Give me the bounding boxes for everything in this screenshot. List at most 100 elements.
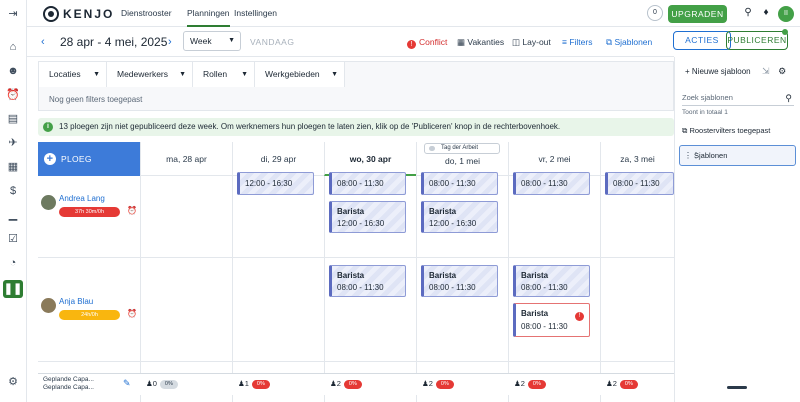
alarm-clock-icon[interactable]: ⏰ — [127, 206, 137, 215]
person-icon: ♟ — [514, 379, 521, 388]
shift-card-conflict[interactable]: Barista 08:00 - 11:30 ! — [513, 303, 590, 337]
holiday-toggle[interactable]: Tag der Arbeit — [424, 143, 500, 154]
column-divider — [416, 176, 417, 402]
column-divider — [232, 176, 233, 402]
bell-icon[interactable]: ♦ — [760, 7, 772, 19]
search-placeholder: Zoek sjablonen — [682, 93, 733, 102]
people-icon[interactable]: ☻ — [6, 64, 20, 78]
schedule-grid: + PLOEG TOEVOEGEN ma, 28 apr di, 29 apr … — [38, 142, 674, 402]
capacity-percent: 0% — [251, 380, 270, 389]
capacity-count: 2 — [612, 379, 617, 388]
settings-icon[interactable]: ⚙ — [6, 375, 20, 389]
view-select[interactable]: Week ▼ — [183, 31, 241, 51]
logo-mark-icon — [43, 5, 59, 22]
filter-locaties-label: Locaties — [49, 69, 81, 79]
calendar-icon[interactable]: ▦ — [6, 160, 20, 174]
document-icon[interactable]: ▤ — [6, 112, 20, 126]
today-button[interactable]: VANDAAG — [250, 27, 294, 57]
view-select-value: Week — [190, 36, 212, 46]
capacity-percent: 0% — [619, 380, 638, 389]
conflict-filter[interactable]: ! Conflict — [407, 27, 447, 57]
gear-icon[interactable]: ⚙ — [778, 66, 786, 76]
shift-planning-icon[interactable]: ❚❚ — [3, 280, 23, 298]
chart-icon[interactable]: ▁ — [6, 208, 20, 222]
shift-card[interactable]: Barista 08:00 - 11:30 — [329, 265, 406, 297]
upgrade-button[interactable]: UPGRADEN — [668, 5, 727, 23]
logo-wordmark: KENJO — [63, 6, 115, 21]
shift-card[interactable]: Barista 08:00 - 11:30 — [421, 265, 498, 297]
shift-role: Barista — [337, 207, 365, 216]
new-template-button[interactable]: + Nieuwe sjabloon — [685, 67, 751, 76]
shift-card[interactable]: Barista 12:00 - 16:30 — [329, 201, 406, 233]
filter-medewerkers[interactable]: Medewerkers ▼ — [107, 62, 193, 87]
day-header-today: wo, 30 apr — [324, 142, 416, 176]
dollar-icon[interactable]: $ — [6, 184, 20, 198]
employee-name[interactable]: Anja Blau — [59, 297, 93, 306]
conflict-alert-icon: ! — [407, 40, 416, 49]
conflict-label: Conflict — [419, 37, 448, 47]
shift-card[interactable]: 08:00 - 11:30 — [329, 172, 406, 195]
template-search-input[interactable]: Zoek sjablonen ⚲ — [682, 90, 794, 106]
left-rail: ⇥ ⌂ ☻ ⏰ ▤ ✈ ▦ $ ▁ ☑ ◔ ❚❚ ⚙ — [0, 0, 27, 402]
shift-card[interactable]: 08:00 - 11:30 — [513, 172, 590, 195]
layout-icon: ◫ — [512, 37, 523, 47]
apply-label: Roostervilters toegepast — [689, 126, 771, 135]
shift-time: 12:00 - 16:30 — [429, 219, 477, 228]
filter-rollen[interactable]: Rollen ▼ — [193, 62, 255, 87]
shift-card[interactable]: 08:00 - 11:30 — [421, 172, 498, 195]
shift-card[interactable]: Barista 08:00 - 11:30 — [513, 265, 590, 297]
day-header: di, 29 apr — [232, 142, 324, 176]
layout-button[interactable]: ◫ Lay-out — [512, 27, 551, 57]
filter-werkgebieden[interactable]: Werkgebieden ▼ — [255, 62, 345, 87]
previous-week-icon[interactable]: ‹ — [41, 27, 45, 57]
conflict-alert-icon: ! — [575, 312, 584, 321]
drag-handle-icon[interactable]: ⋮⋮ — [684, 146, 700, 165]
user-avatar[interactable]: II — [778, 6, 794, 22]
day-header: ma, 28 apr — [140, 142, 232, 176]
capacity-count: 2 — [336, 379, 341, 388]
gauge-icon[interactable]: ◔ — [6, 256, 20, 270]
shift-card[interactable]: Barista 12:00 - 16:30 — [421, 201, 498, 233]
capacity-percent: 0% — [435, 380, 454, 389]
nav-instellingen[interactable]: Instellingen — [234, 0, 277, 27]
filter-locaties[interactable]: Locaties ▼ — [39, 62, 107, 87]
filters-button[interactable]: ≡ Filters — [562, 27, 592, 57]
panel-resize-handle[interactable] — [727, 386, 747, 389]
notification-count-badge[interactable]: 0 — [647, 5, 663, 21]
shift-time: 12:00 - 16:30 — [337, 219, 385, 228]
template-item[interactable]: ⋮⋮ Sjablonen — [679, 145, 796, 166]
capacity-percent: 0% — [527, 380, 546, 389]
row-divider — [38, 361, 674, 362]
vacancies-button[interactable]: ▦ Vakanties — [457, 27, 504, 57]
capacity-cell: ♟2 0% — [514, 379, 546, 389]
checklist-icon[interactable]: ☑ — [6, 232, 20, 246]
person-icon: ♟ — [606, 379, 613, 388]
nav-planningen[interactable]: Planningen — [187, 0, 230, 27]
pencil-icon[interactable]: ✎ — [123, 378, 131, 389]
plane-icon[interactable]: ✈ — [6, 136, 20, 150]
capacity-row: Geplande Capa... Geplande Capa... ✎ ♟0 0%… — [38, 373, 674, 395]
add-shift-button[interactable]: + PLOEG TOEVOEGEN — [38, 142, 140, 198]
banner-text: 13 ploegen zijn niet gepubliceerd deze w… — [59, 122, 561, 131]
person-icon: ♟ — [146, 379, 153, 388]
capacity-label-line: Geplande Capa... — [43, 384, 94, 391]
expand-menu-icon[interactable]: ⇥ — [6, 7, 20, 21]
shift-time: 08:00 - 11:30 — [521, 283, 568, 292]
template-total: Toont in totaal 1 — [682, 109, 728, 116]
shift-card[interactable]: 08:00 - 11:30 — [605, 172, 674, 195]
alarm-clock-icon[interactable]: ⏰ — [127, 309, 137, 318]
alarm-icon[interactable]: ⏰ — [6, 88, 20, 102]
vacancies-icon: ▦ — [457, 37, 468, 47]
shift-time: 08:00 - 11:30 — [521, 179, 568, 188]
search-icon[interactable]: ⚲ — [742, 7, 754, 19]
nav-dienstrooster[interactable]: Dienstrooster — [121, 0, 172, 27]
employee-name[interactable]: Andrea Lang — [59, 194, 105, 203]
publish-button[interactable]: PUBLICEREN — [726, 31, 788, 50]
import-icon[interactable]: ⇲ — [762, 66, 770, 76]
actions-button[interactable]: ACTIES — [673, 31, 731, 50]
home-icon[interactable]: ⌂ — [6, 40, 20, 54]
shift-card[interactable]: 12:00 - 16:30 — [237, 172, 314, 195]
templates-button[interactable]: ⧉ Sjablonen — [606, 27, 652, 57]
next-week-icon[interactable]: › — [168, 27, 172, 57]
apply-roster-filters[interactable]: ⧉ Roostervilters toegepast — [682, 126, 770, 136]
